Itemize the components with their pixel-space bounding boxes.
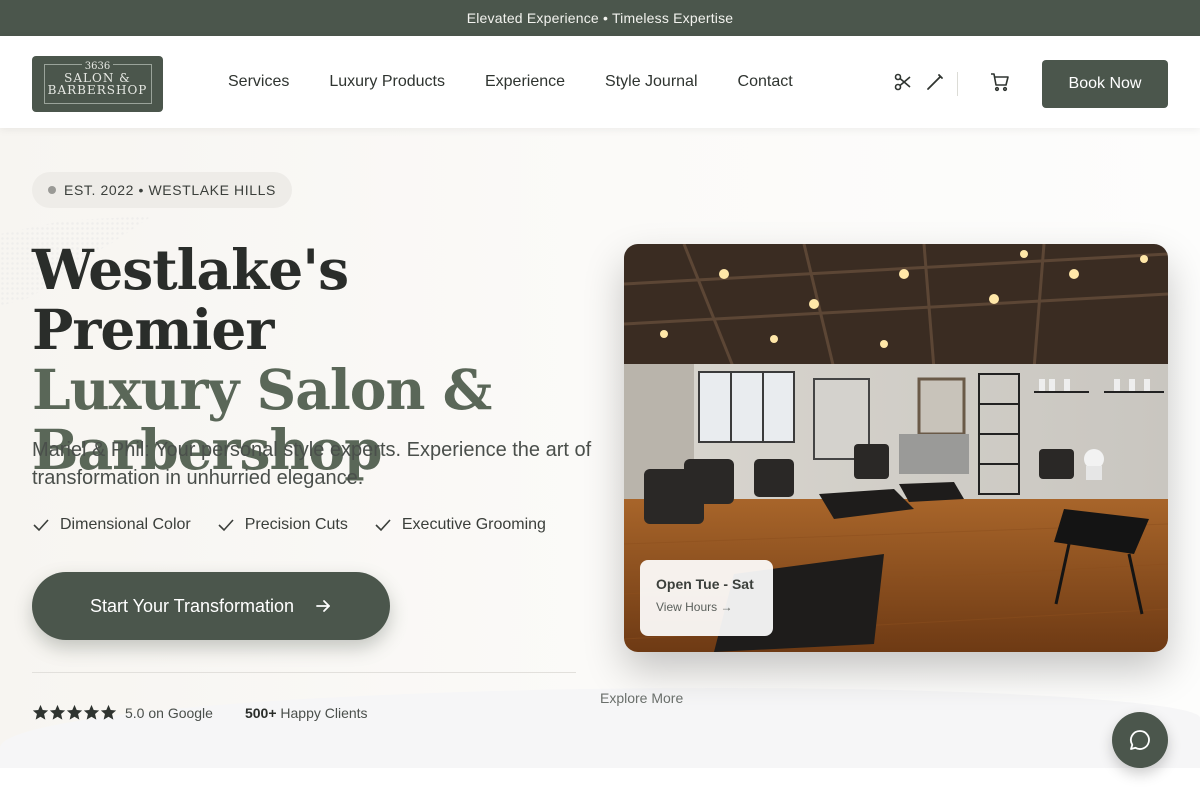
- nav-experience[interactable]: Experience: [485, 73, 565, 91]
- hero-section: EST. 2022 • WESTLAKE HILLS Westlake's Pr…: [0, 128, 1200, 768]
- badge-dot-icon: [48, 186, 56, 194]
- cart-icon[interactable]: [990, 72, 1010, 92]
- check-icon: [218, 519, 234, 532]
- nav-style-journal[interactable]: Style Journal: [605, 73, 698, 91]
- main-nav: Services Luxury Products Experience Styl…: [228, 36, 833, 128]
- cta-label: Start Your Transformation: [89, 595, 295, 616]
- explore-more-link[interactable]: Explore More: [600, 690, 683, 706]
- nav-contact[interactable]: Contact: [738, 73, 793, 91]
- chat-bubble-icon: [1130, 730, 1150, 750]
- nav-luxury-products[interactable]: Luxury Products: [329, 73, 445, 91]
- check-icon: [375, 519, 391, 532]
- start-transformation-button[interactable]: Start Your Transformation: [32, 572, 390, 640]
- feature-item: Dimensional Color: [32, 516, 191, 534]
- feature-label: Dimensional Color: [60, 516, 191, 533]
- logo-line-2: BARBERSHOP: [47, 83, 148, 97]
- star-icon: [32, 704, 49, 720]
- nav-services[interactable]: Services: [228, 73, 289, 91]
- feature-list: Dimensional Color Precision Cuts Executi…: [32, 516, 572, 534]
- established-badge: EST. 2022 • WESTLAKE HILLS: [32, 172, 292, 208]
- site-header: 3636 SALON & BARBERSHOP Services Luxury …: [0, 36, 1200, 128]
- logo[interactable]: 3636 SALON & BARBERSHOP: [32, 56, 163, 112]
- arrow-right-icon: [316, 600, 330, 612]
- scissors-icon[interactable]: [893, 72, 913, 92]
- star-icon: [83, 704, 100, 720]
- star-icon: [100, 704, 117, 720]
- logo-frame: 3636 SALON & BARBERSHOP: [43, 62, 152, 104]
- star-icon: [66, 704, 83, 720]
- check-icon: [33, 519, 49, 532]
- hero-subtitle: Mariel & Phil: Your personal style exper…: [32, 439, 592, 489]
- header-divider: [957, 72, 958, 96]
- hours-card: Open Tue - Sat View Hours →: [640, 560, 773, 636]
- badge-text: EST. 2022 • WESTLAKE HILLS: [64, 182, 276, 198]
- star-icon: [49, 704, 66, 720]
- clients-label: Happy Clients: [280, 704, 368, 721]
- rating-row: 5.0 on Google 500+ Happy Clients: [32, 704, 368, 721]
- star-rating: [32, 704, 117, 721]
- happy-clients: 500+ Happy Clients: [245, 705, 368, 721]
- razor-icon[interactable]: [925, 72, 945, 92]
- feature-item: Executive Grooming: [374, 516, 546, 534]
- view-hours-link[interactable]: View Hours →: [656, 600, 757, 614]
- chat-button[interactable]: [1112, 712, 1168, 768]
- headline-line-1: Westlake's Premier: [32, 237, 349, 362]
- clients-count: 500+: [244, 704, 277, 721]
- announcement-text: Elevated Experience • Timeless Expertise: [466, 10, 734, 26]
- announcement-bar: Elevated Experience • Timeless Expertise: [0, 0, 1200, 36]
- book-now-button[interactable]: Book Now: [1042, 60, 1168, 108]
- hours-title: Open Tue - Sat: [656, 576, 754, 592]
- feature-label: Precision Cuts: [244, 516, 348, 533]
- google-rating: 5.0 on Google: [125, 704, 213, 721]
- salon-interior-photo: Open Tue - Sat View Hours →: [624, 244, 1168, 652]
- feature-label: Executive Grooming: [401, 516, 546, 533]
- headline-line-2: Luxury Salon &: [32, 357, 492, 422]
- hero-divider: [32, 672, 576, 673]
- feature-item: Precision Cuts: [217, 516, 348, 534]
